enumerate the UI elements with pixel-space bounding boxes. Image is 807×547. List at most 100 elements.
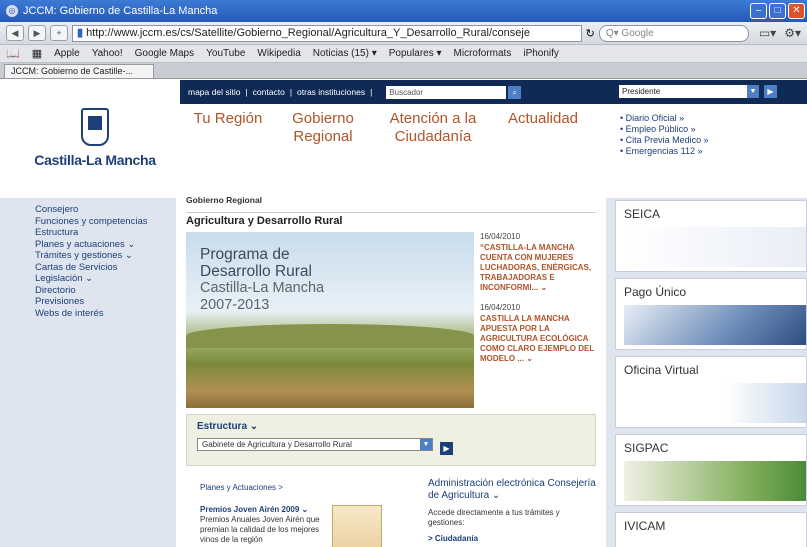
- nav-tu-region[interactable]: Tu Región: [183, 110, 273, 146]
- close-icon[interactable]: ✕: [788, 3, 805, 19]
- landscape-image: [186, 324, 474, 348]
- estructura-select[interactable]: Gabinete de Agricultura y Desarrollo Rur…: [197, 438, 433, 451]
- site-topbar: mapa del sitio | contacto | otras instit…: [180, 80, 807, 104]
- site-search-input[interactable]: Buscador: [386, 85, 507, 99]
- window-title: JCCM: Gobierno de Castilla-La Mancha: [23, 5, 218, 17]
- coat-of-arms-icon: [81, 108, 109, 146]
- tab-jccm[interactable]: JCCM: Gobierno de Castille-...: [4, 64, 154, 78]
- sidebar-item-legislacion[interactable]: Legislación ⌄: [35, 273, 176, 285]
- nav-actualidad[interactable]: Actualidad: [493, 110, 593, 146]
- sidebar-item-funciones[interactable]: Funciones y competencias: [35, 216, 176, 228]
- box-pago-unico[interactable]: Pago Único: [615, 278, 807, 350]
- admin-body: Accede directamente a tus trámites y ges…: [428, 508, 560, 527]
- add-bookmark-icon[interactable]: +: [50, 25, 68, 41]
- reading-list-icon[interactable]: 📖: [6, 47, 20, 60]
- presidente-go-button[interactable]: ▶: [764, 85, 777, 98]
- box-label: Oficina Virtual: [624, 363, 699, 377]
- sidebar-item-webs[interactable]: Webs de interés: [35, 308, 176, 320]
- box-sigpac[interactable]: SIGPAC: [615, 434, 807, 506]
- news-headline[interactable]: “CASTILLA-LA MANCHA CUENTA CON MUJERES L…: [480, 243, 598, 293]
- nav-atencion-ciudadania[interactable]: Atención a la Ciudadanía: [373, 110, 493, 146]
- forward-icon[interactable]: ▶: [28, 25, 46, 41]
- right-sidebar: SEICA Pago Único Oficina Virtual SIGPAC …: [606, 198, 807, 547]
- planes-heading[interactable]: Planes y Actuaciones >: [200, 483, 400, 493]
- link-mapa-del-sitio[interactable]: mapa del sitio: [188, 87, 240, 97]
- bookmark-yahoo[interactable]: Yahoo!: [92, 48, 123, 59]
- hero-line3: Castilla-La Mancha: [200, 280, 325, 296]
- oficina-virtual-image: [624, 383, 806, 423]
- tab-bar: JCCM: Gobierno de Castille-...: [0, 63, 807, 79]
- quick-link-empleo-publico[interactable]: • Empleo Público »: [620, 124, 709, 135]
- bookmark-microformats[interactable]: Microformats: [454, 48, 512, 59]
- back-icon[interactable]: ◀: [6, 25, 24, 41]
- sidebar-item-estructura[interactable]: Estructura: [35, 227, 176, 239]
- separator: |: [370, 87, 373, 97]
- breadcrumb[interactable]: Gobierno Regional: [186, 195, 262, 205]
- bookmark-iphonify[interactable]: iPhonify: [523, 48, 559, 59]
- news-headline[interactable]: CASTILLA LA MANCHA APUESTA POR LA AGRICU…: [480, 314, 598, 364]
- sidebar-item-previsiones[interactable]: Previsiones: [35, 296, 176, 308]
- estructura-go-button[interactable]: ▶: [440, 442, 453, 455]
- bookmark-youtube[interactable]: YouTube: [206, 48, 245, 59]
- box-oficina-virtual[interactable]: Oficina Virtual: [615, 356, 807, 428]
- separator: |: [245, 87, 248, 97]
- admin-item[interactable]: > Ciudadanía: [428, 534, 598, 544]
- presidente-select[interactable]: Presidente ▼: [619, 85, 759, 98]
- bookmarks-bar: 📖 ▦ Apple Yahoo! Google Maps YouTube Wik…: [0, 45, 807, 63]
- search-icon[interactable]: ⌕: [508, 85, 522, 99]
- link-otras-instituciones[interactable]: otras instituciones: [297, 87, 365, 97]
- bookmark-populares[interactable]: Populares ▾: [389, 48, 442, 59]
- main-nav: Tu Región Gobierno Regional Atención a l…: [183, 110, 603, 146]
- nav-gobierno-regional[interactable]: Gobierno Regional: [273, 110, 373, 146]
- search-field[interactable]: Q▾ Google: [598, 24, 749, 42]
- box-label: SEICA: [624, 207, 661, 221]
- link-contacto[interactable]: contacto: [253, 87, 285, 97]
- bookmark-apple[interactable]: Apple: [54, 48, 80, 59]
- news-list: 16/04/2010 “CASTILLA-LA MANCHA CUENTA CO…: [480, 232, 598, 374]
- sidebar-item-consejero[interactable]: Consejero: [35, 204, 176, 216]
- browser-window: ◎ JCCM: Gobierno de Castilla-La Mancha –…: [0, 0, 807, 547]
- quick-link-cita-previa[interactable]: • Cita Previa Medico »: [620, 135, 709, 146]
- address-bar[interactable]: ▮ http://www.jccm.es/cs/Satellite/Gobiern…: [72, 24, 582, 42]
- sidebar-item-directorio[interactable]: Directorio: [35, 285, 176, 297]
- estructura-panel: Estructura ⌄ Gabinete de Agricultura y D…: [186, 414, 596, 466]
- maximize-icon[interactable]: □: [769, 3, 786, 19]
- hero-line4: 2007-2013: [200, 297, 270, 313]
- chevron-down-icon: ▼: [747, 85, 759, 98]
- window-controls: – □ ✕: [750, 3, 805, 19]
- page-title: Agricultura y Desarrollo Rural: [186, 212, 596, 227]
- browser-toolbar: ◀ ▶ + ▮ http://www.jccm.es/cs/Satellite/G…: [0, 22, 807, 45]
- estructura-value: Gabinete de Agricultura y Desarrollo Rur…: [202, 440, 352, 449]
- page-icon[interactable]: ▭▾: [759, 26, 776, 40]
- chevron-down-icon: ▼: [420, 439, 432, 450]
- top-links: mapa del sitio | contacto | otras instit…: [188, 87, 372, 97]
- box-label: SIGPAC: [624, 441, 669, 455]
- hero-banner[interactable]: Programa de Desarrollo Rural Castilla-La…: [186, 232, 474, 408]
- sidebar-item-cartas[interactable]: Cartas de Servicios: [35, 262, 176, 274]
- top-sites-icon[interactable]: ▦: [32, 47, 42, 60]
- minimize-icon[interactable]: –: [750, 3, 767, 19]
- sidebar-item-planes[interactable]: Planes y actuaciones ⌄: [35, 239, 176, 251]
- reload-icon[interactable]: ↻: [586, 27, 595, 40]
- planes-body: Premios Anuales Joven Airén que premian …: [200, 515, 320, 544]
- hero-text: Programa de Desarrollo Rural Castilla-La…: [200, 246, 324, 314]
- hero-line2: Desarrollo Rural: [200, 263, 312, 280]
- sidebar-item-tramites[interactable]: Trámites y gestiones ⌄: [35, 250, 176, 262]
- site-logo[interactable]: Castilla-La Mancha: [20, 108, 170, 188]
- bookmark-wikipedia[interactable]: Wikipedia: [257, 48, 300, 59]
- box-ivicam[interactable]: IVICAM: [615, 512, 807, 547]
- browser-icon: ◎: [6, 5, 18, 17]
- bookmark-google-maps[interactable]: Google Maps: [135, 48, 194, 59]
- quick-links: • Diario Oficial » • Empleo Público » • …: [620, 113, 709, 157]
- bookmark-noticias[interactable]: Noticias (15) ▾: [313, 48, 377, 59]
- estructura-label[interactable]: Estructura ⌄: [197, 421, 585, 432]
- grapes-image: [624, 305, 806, 345]
- quick-link-diario-oficial[interactable]: • Diario Oficial »: [620, 113, 709, 124]
- box-label: Pago Único: [624, 285, 687, 299]
- planes-panel: Planes y Actuaciones > Premios Joven Air…: [200, 483, 400, 547]
- admin-heading[interactable]: Administración electrónica Consejería de…: [428, 478, 598, 502]
- premios-book-image[interactable]: [332, 505, 382, 547]
- quick-link-emergencias[interactable]: • Emergencias 112 »: [620, 146, 709, 157]
- box-seica[interactable]: SEICA: [615, 200, 807, 272]
- gear-icon[interactable]: ⚙▾: [784, 26, 801, 40]
